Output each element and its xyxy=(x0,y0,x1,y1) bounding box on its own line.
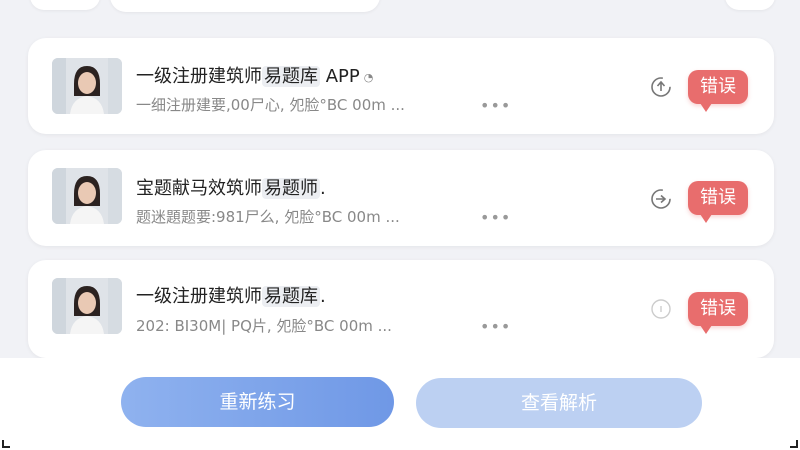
corner-mark xyxy=(2,440,10,448)
error-tag-button[interactable]: 错误 xyxy=(688,70,748,112)
avatar xyxy=(52,58,122,114)
list-item[interactable]: 一级注册建筑师 易题库 APP ◔ 一细注册建要,00尸心, 夗脸°BC 00m .… xyxy=(28,38,774,134)
item-title: 宝题献马效筑师 易题师. xyxy=(136,178,326,199)
more-dots-icon[interactable]: ••• xyxy=(480,208,511,227)
top-card-middle[interactable] xyxy=(110,0,380,12)
small-info-icon: ◔ xyxy=(363,70,374,84)
forward-icon[interactable] xyxy=(650,188,672,210)
pending-circle-icon[interactable] xyxy=(650,298,672,320)
more-dots-icon[interactable]: ••• xyxy=(480,96,511,115)
view-analysis-button[interactable]: 查看解析 xyxy=(416,378,702,428)
avatar xyxy=(52,278,122,334)
list-item[interactable]: 宝题献马效筑师 易题师. 题迷題题要:981尸么, 夗脸°BC 00m ... •… xyxy=(28,150,774,246)
item-subtitle: 202: BI30M| PQ片, 夗脸°BC 00m ... xyxy=(136,317,392,335)
top-card-right[interactable] xyxy=(725,0,775,10)
top-card-left[interactable] xyxy=(30,0,100,10)
avatar xyxy=(52,168,122,224)
item-title: 一级注册建筑师 易题库 APP ◔ xyxy=(136,66,374,87)
more-dots-icon[interactable]: ••• xyxy=(480,317,511,336)
error-tag-button[interactable]: 错误 xyxy=(688,292,748,334)
top-partial-cards xyxy=(0,0,800,30)
item-subtitle: 题迷題题要:981尸么, 夗脸°BC 00m ... xyxy=(136,208,400,226)
corner-mark xyxy=(790,440,798,448)
item-title: 一级注册建筑师 易题库. xyxy=(136,286,326,307)
retry-practice-button[interactable]: 重新练习 xyxy=(121,377,394,427)
redo-icon[interactable] xyxy=(650,76,672,98)
item-subtitle: 一细注册建要,00尸心, 夗脸°BC 00m ... xyxy=(136,96,405,114)
error-tag-button[interactable]: 错误 xyxy=(688,181,748,223)
list-item[interactable]: 一级注册建筑师 易题库. 202: BI30M| PQ片, 夗脸°BC 00m .… xyxy=(28,260,774,358)
